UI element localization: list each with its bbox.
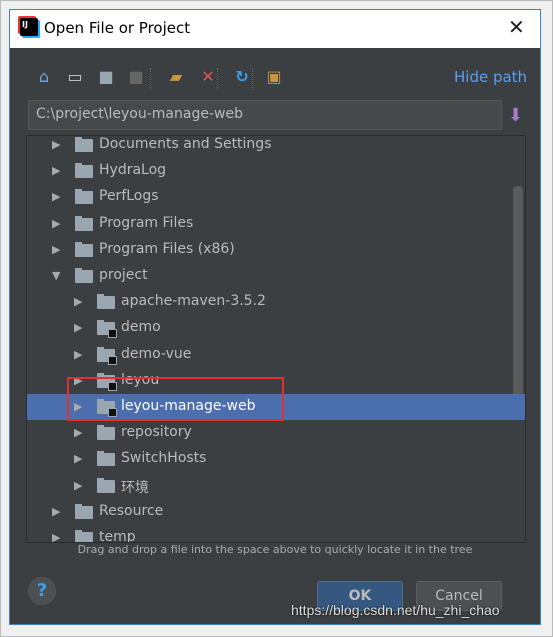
tree-item[interactable]: ▶ PerfLogs bbox=[27, 184, 525, 210]
help-button[interactable]: ? bbox=[28, 577, 56, 605]
tree-item[interactable]: ▶ Program Files bbox=[27, 211, 525, 237]
chevron-right-icon[interactable]: ▶ bbox=[52, 164, 60, 177]
tree-item[interactable]: ▶ repository bbox=[27, 420, 525, 446]
path-input[interactable]: C:\project\leyou-manage-web bbox=[28, 100, 502, 130]
tree-item-label: SwitchHosts bbox=[121, 450, 207, 467]
chevron-right-icon[interactable]: ▶ bbox=[74, 479, 82, 492]
file-tree[interactable]: ▶ Documents and Settings ▶ HydraLog ▶ PerfLog… bbox=[26, 135, 526, 543]
toolbar-separator bbox=[217, 68, 218, 90]
dialog-title: Open File or Project bbox=[44, 19, 191, 37]
tree-item-label: Program Files (x86) bbox=[99, 240, 235, 257]
tree-item[interactable]: ▶ Resource bbox=[27, 499, 525, 525]
tree-item-label: 环境 bbox=[121, 479, 149, 496]
toolbar-separator bbox=[252, 68, 253, 90]
toolbar-separator bbox=[150, 68, 151, 90]
chevron-right-icon[interactable]: ▶ bbox=[74, 452, 82, 465]
folder-icon bbox=[75, 241, 93, 257]
tree-item[interactable]: ▶ demo bbox=[27, 315, 525, 341]
delete-icon[interactable]: ✕ bbox=[198, 67, 218, 87]
highlight-box bbox=[67, 377, 284, 421]
folder-icon bbox=[97, 294, 115, 310]
project-folder-icon[interactable]: ■ bbox=[96, 67, 116, 87]
tree-item-label: Program Files bbox=[99, 214, 194, 231]
chevron-right-icon[interactable]: ▶ bbox=[74, 321, 82, 334]
show-hidden-icon[interactable]: ▣ bbox=[264, 67, 284, 87]
chevron-right-icon[interactable]: ▶ bbox=[52, 138, 60, 151]
desktop-icon[interactable]: ▭ bbox=[65, 67, 85, 87]
folder-icon bbox=[75, 268, 93, 283]
tree-item-label: demo bbox=[121, 319, 161, 336]
home-icon[interactable]: ⌂ bbox=[34, 67, 54, 87]
chevron-right-icon[interactable]: ▶ bbox=[74, 295, 82, 308]
tree-item-label: PerfLogs bbox=[99, 188, 159, 205]
folder-icon bbox=[97, 320, 117, 339]
tree-item[interactable]: ▶ Program Files (x86) bbox=[27, 237, 525, 263]
tree-item-label: project bbox=[99, 267, 148, 283]
tree-item-label: Resource bbox=[99, 502, 164, 519]
chevron-right-icon[interactable]: ▶ bbox=[74, 348, 82, 361]
drag-drop-hint: Drag and drop a file into the space abov… bbox=[77, 543, 473, 556]
folder-icon bbox=[75, 163, 93, 179]
chevron-down-icon[interactable]: ▼ bbox=[52, 269, 60, 282]
chevron-right-icon[interactable]: ▶ bbox=[52, 243, 60, 256]
tree-item-label: Documents and Settings bbox=[99, 136, 272, 152]
module-folder-icon[interactable]: ■ bbox=[126, 67, 146, 87]
chevron-right-icon[interactable]: ▶ bbox=[52, 531, 60, 542]
download-path-icon[interactable]: ⬇ bbox=[508, 105, 523, 126]
title-bar: IJ Open File or Project ✕ bbox=[10, 10, 540, 48]
tree-item[interactable]: ▶ 环境 bbox=[27, 473, 525, 499]
tree-item[interactable]: ▶ demo-vue bbox=[27, 342, 525, 368]
tree-item-label: HydraLog bbox=[99, 162, 167, 179]
folder-icon bbox=[75, 503, 93, 519]
tree-item-label: repository bbox=[121, 424, 192, 441]
tree-item-label: demo-vue bbox=[121, 345, 192, 362]
chevron-right-icon[interactable]: ▶ bbox=[74, 426, 82, 439]
folder-icon bbox=[75, 137, 93, 152]
folder-icon bbox=[97, 425, 115, 441]
tree-item[interactable]: ▶ HydraLog bbox=[27, 158, 525, 184]
folder-icon bbox=[75, 530, 93, 542]
folder-icon bbox=[97, 477, 115, 493]
tree-item[interactable]: ▶ Documents and Settings bbox=[27, 136, 525, 158]
chevron-right-icon[interactable]: ▶ bbox=[52, 190, 60, 203]
window-frame: IJ Open File or Project ✕ ⌂ ▭ ■ ■ ▰ ✕ ↻ … bbox=[0, 0, 553, 637]
tree-item[interactable]: ▶ temp bbox=[27, 525, 525, 543]
folder-icon bbox=[75, 189, 93, 205]
tree-item[interactable]: ▶ apache-maven-3.5.2 bbox=[27, 289, 525, 315]
watermark: https://blog.csdn.net/hu_zhi_chao bbox=[291, 602, 500, 618]
refresh-icon[interactable]: ↻ bbox=[232, 67, 252, 87]
tree-item-label: apache-maven-3.5.2 bbox=[121, 293, 266, 310]
tree-item-label: temp bbox=[99, 529, 136, 543]
tree-item[interactable]: ▼ project bbox=[27, 263, 525, 289]
folder-icon bbox=[97, 451, 115, 467]
intellij-logo-icon: IJ bbox=[20, 18, 38, 36]
folder-icon bbox=[97, 346, 117, 365]
chevron-right-icon[interactable]: ▶ bbox=[52, 505, 60, 518]
tree-item[interactable]: ▶ SwitchHosts bbox=[27, 446, 525, 472]
chevron-right-icon[interactable]: ▶ bbox=[52, 217, 60, 230]
hide-path-link[interactable]: Hide path bbox=[454, 68, 527, 86]
close-icon[interactable]: ✕ bbox=[508, 15, 525, 39]
open-file-dialog: IJ Open File or Project ✕ ⌂ ▭ ■ ■ ▰ ✕ ↻ … bbox=[9, 9, 541, 625]
new-folder-icon[interactable]: ▰ bbox=[166, 67, 186, 87]
folder-icon bbox=[75, 215, 93, 231]
